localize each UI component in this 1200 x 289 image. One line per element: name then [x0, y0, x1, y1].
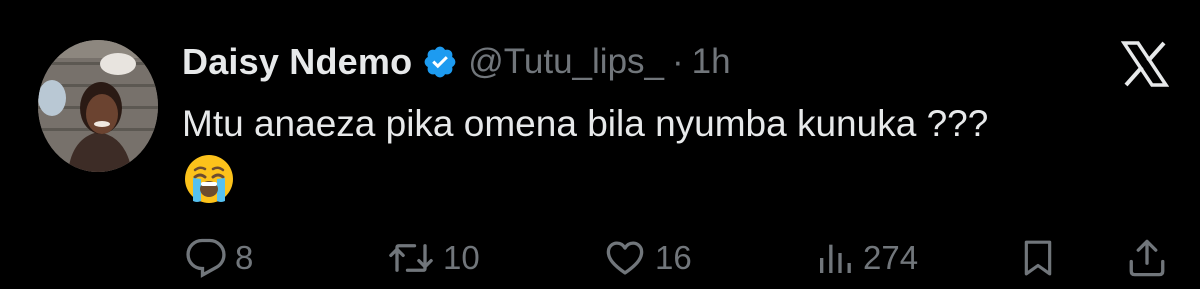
user-handle[interactable]: @Tutu_lips_	[468, 42, 664, 82]
reply-icon	[186, 238, 226, 278]
share-button[interactable]	[1126, 230, 1168, 286]
action-bar: 8 10 16 274	[0, 230, 1200, 286]
tweet-header: Daisy Ndemo @Tutu_lips_ · 1h	[182, 38, 731, 86]
views-icon	[820, 244, 851, 273]
bookmark-icon	[1024, 240, 1052, 276]
avatar[interactable]	[38, 40, 158, 172]
like-count: 16	[655, 239, 692, 276]
like-icon	[606, 241, 644, 275]
bookmark-button[interactable]	[1018, 230, 1058, 286]
views-count: 274	[863, 239, 919, 276]
verified-badge-icon[interactable]	[422, 44, 458, 80]
share-icon	[1129, 239, 1165, 277]
reply-count: 8	[235, 239, 254, 276]
display-name[interactable]: Daisy Ndemo	[182, 41, 412, 83]
repost-count: 10	[443, 239, 480, 276]
timestamp[interactable]: 1h	[692, 42, 731, 82]
repost-button[interactable]: 10	[387, 230, 480, 286]
loudly-crying-face-emoji	[183, 153, 235, 205]
like-button[interactable]: 16	[603, 230, 692, 286]
tweet-text: Mtu anaeza pika omena bila nyumba kunuka…	[182, 103, 989, 144]
views-button[interactable]: 274	[815, 230, 918, 286]
repost-icon	[389, 244, 433, 272]
separator-dot: ·	[672, 42, 684, 81]
tweet-card[interactable]: Daisy Ndemo @Tutu_lips_ · 1h Mtu anaeza …	[0, 0, 1200, 289]
reply-button[interactable]: 8	[185, 230, 253, 286]
x-logo-icon	[1121, 40, 1169, 88]
